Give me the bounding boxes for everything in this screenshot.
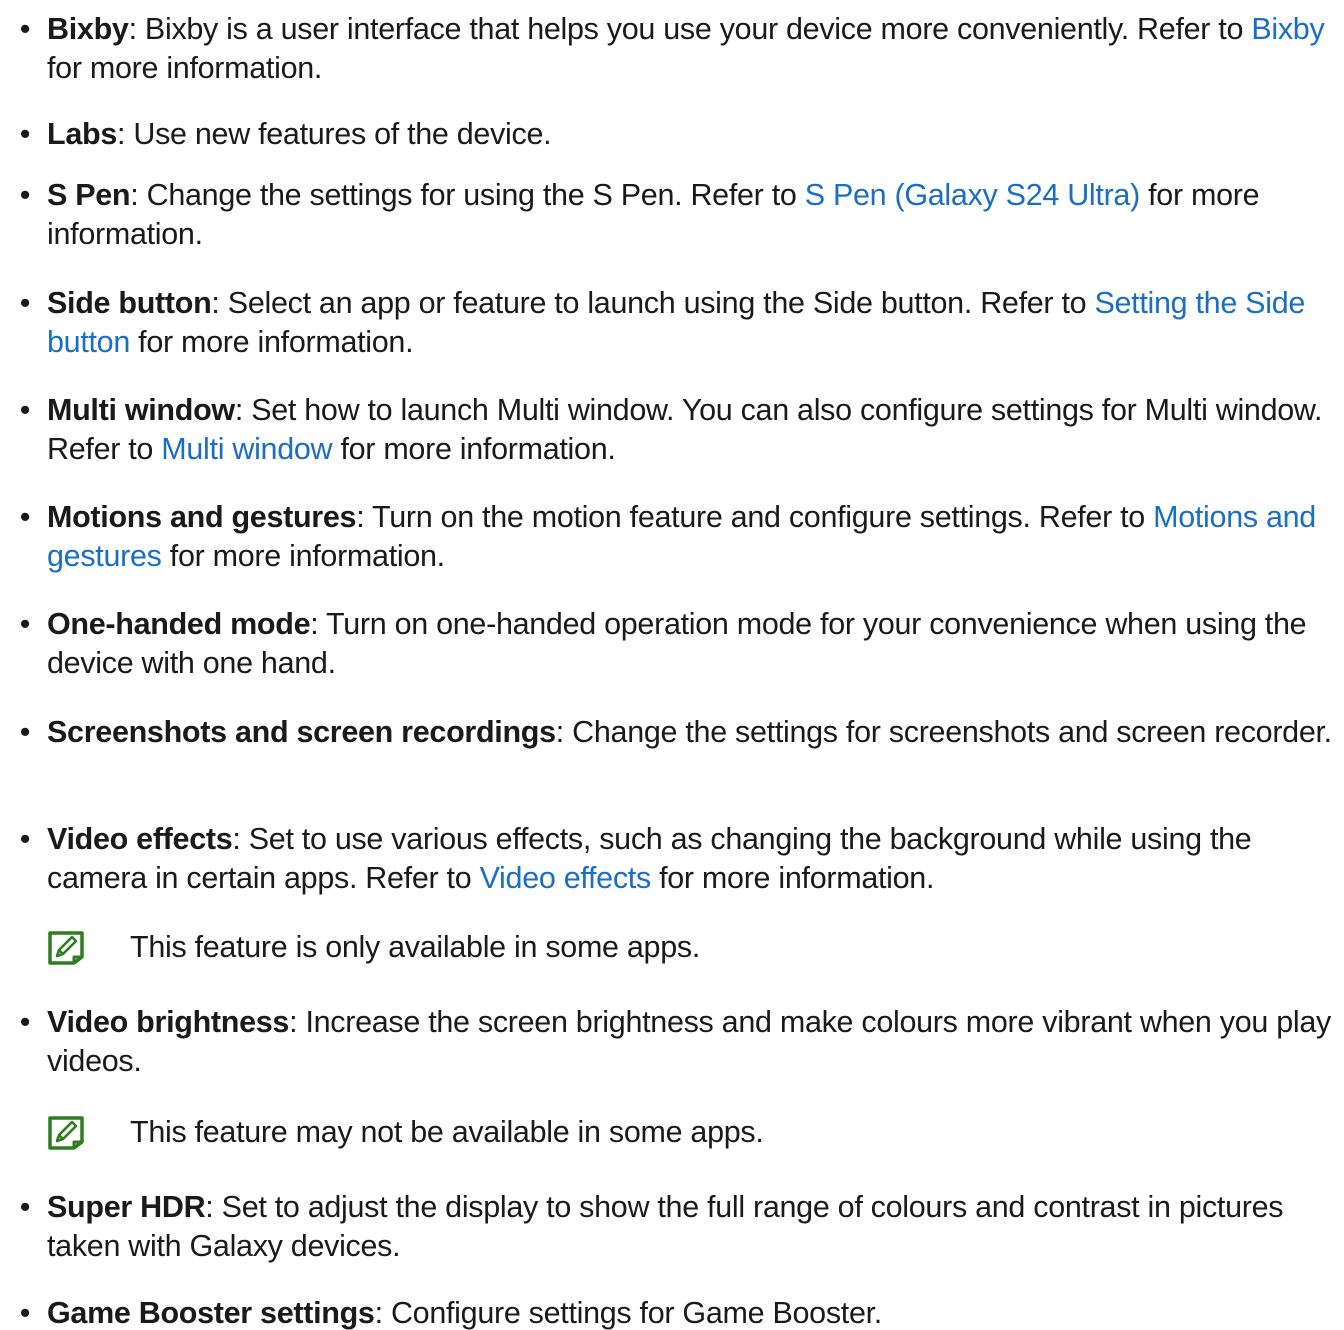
bullet: • — [19, 1190, 31, 1224]
note-icon — [48, 931, 84, 965]
term-super-hdr: Super HDR — [47, 1190, 206, 1224]
bullet: • — [19, 117, 31, 151]
link-video-effects[interactable]: Video effects — [480, 861, 652, 895]
term-motions-gestures: Motions and gestures — [47, 500, 357, 534]
list-item-text: Video effects: Set to use various effect… — [47, 822, 1252, 895]
list-item-text: S Pen: Change the settings for using the… — [47, 178, 1260, 251]
term-multi-window: Multi window — [47, 393, 235, 427]
bullet: • — [19, 12, 31, 46]
list-item-text: Video brightness: Increase the screen br… — [47, 1005, 1331, 1078]
list-item-text: Side button: Select an app or feature to… — [47, 286, 1306, 359]
term-side-button: Side button — [47, 286, 212, 320]
list-item-text: Super HDR: Set to adjust the display to … — [47, 1190, 1284, 1263]
bullet: • — [19, 1296, 31, 1330]
list-item-text: One-handed mode: Turn on one-handed oper… — [47, 607, 1307, 680]
term-video-brightness: Video brightness — [47, 1005, 290, 1039]
note-icon — [48, 1116, 84, 1150]
description: Configure settings for Game Booster. — [390, 1296, 882, 1330]
term-bixby: Bixby — [47, 12, 129, 46]
bullet: • — [19, 822, 31, 856]
bullet: • — [19, 500, 31, 534]
list-item-text: Bixby: Bixby is a user interface that he… — [47, 12, 1325, 85]
document-page: • Bixby: Bixby is a user interface that … — [0, 0, 1344, 1330]
list-item-text: Screenshots and screen recordings: Chang… — [47, 715, 1332, 749]
description: Turn on the motion feature and configure… — [372, 500, 1154, 534]
list-item-text: Multi window: Set how to launch Multi wi… — [47, 393, 1323, 466]
list-item-text: Game Booster settings: Configure setting… — [47, 1296, 882, 1330]
term-screenshots: Screenshots and screen recordings — [47, 715, 556, 749]
term-s-pen: S Pen — [47, 178, 131, 212]
term-labs: Labs — [47, 117, 117, 151]
note-text: This feature may not be available in som… — [130, 1115, 764, 1149]
description: Set to adjust the display to show the fu… — [47, 1190, 1284, 1263]
list-item-text: Motions and gestures: Turn on the motion… — [47, 500, 1316, 573]
term-video-effects: Video effects — [47, 822, 233, 856]
bullet: • — [19, 1005, 31, 1039]
bullet: • — [19, 286, 31, 320]
bullet: • — [19, 715, 31, 749]
bullet: • — [19, 393, 31, 427]
link-s-pen[interactable]: S Pen (Galaxy S24 Ultra) — [805, 178, 1141, 212]
list-item-text: Labs: Use new features of the device. — [47, 117, 552, 151]
note-text: This feature is only available in some a… — [130, 930, 700, 964]
link-bixby[interactable]: Bixby — [1251, 12, 1324, 46]
bullet: • — [19, 178, 31, 212]
term-one-handed-mode: One-handed mode — [47, 607, 311, 641]
description: Select an app or feature to launch using… — [227, 286, 1095, 320]
bullet: • — [19, 607, 31, 641]
link-multi-window[interactable]: Multi window — [161, 432, 332, 466]
description: Use new features of the device. — [133, 117, 552, 151]
description: Bixby is a user interface that helps you… — [144, 12, 1252, 46]
description: Change the settings for using the S Pen.… — [146, 178, 805, 212]
term-game-booster: Game Booster settings — [47, 1296, 375, 1330]
description: Change the settings for screenshots and … — [572, 715, 1332, 749]
